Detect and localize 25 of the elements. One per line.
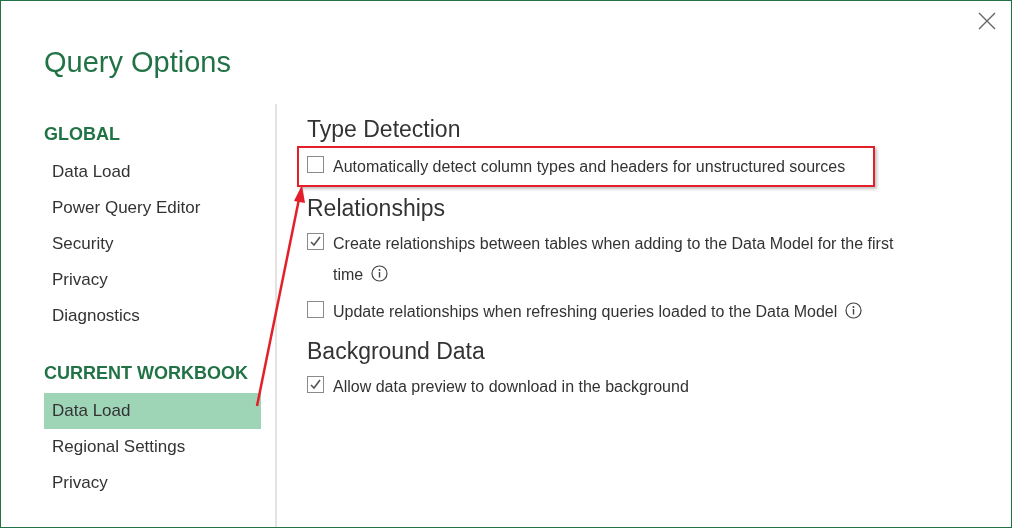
option-label: Allow data preview to download in the background <box>333 377 689 397</box>
info-icon[interactable] <box>371 265 389 282</box>
checkbox[interactable] <box>307 376 324 393</box>
sidebar-item[interactable]: Data Load <box>44 154 261 190</box>
sidebar-item[interactable]: Security <box>44 226 261 262</box>
sidebar-item[interactable]: Diagnostics <box>44 298 261 334</box>
dialog-title: Query Options <box>44 45 231 80</box>
option-label: Update relationships when refreshing queries loaded to the Data Model <box>333 296 863 327</box>
checkbox[interactable] <box>307 156 324 173</box>
sidebar-item[interactable]: Data Load <box>44 393 261 429</box>
sidebar-item[interactable]: Regional Settings <box>44 429 261 465</box>
sidebar-heading: CURRENT WORKBOOK <box>44 362 249 385</box>
info-icon[interactable] <box>845 302 863 319</box>
sidebar-item[interactable]: Privacy <box>44 262 261 298</box>
option-label: Create relationships between tables when adding to the Data Model for the first time <box>333 234 895 285</box>
sidebar-item[interactable]: Privacy <box>44 465 261 501</box>
close-icon[interactable] <box>978 12 996 30</box>
checkbox[interactable] <box>307 233 324 250</box>
section-heading: Background Data <box>307 337 486 366</box>
checkbox[interactable] <box>307 301 324 318</box>
sidebar-heading: GLOBAL <box>44 123 121 146</box>
section-heading: Relationships <box>307 194 447 223</box>
section-heading: Type Detection <box>307 115 462 144</box>
option-label: Automatically detect column types and headers for unstructured sources <box>333 157 846 177</box>
sidebar-item[interactable]: Power Query Editor <box>44 190 261 226</box>
